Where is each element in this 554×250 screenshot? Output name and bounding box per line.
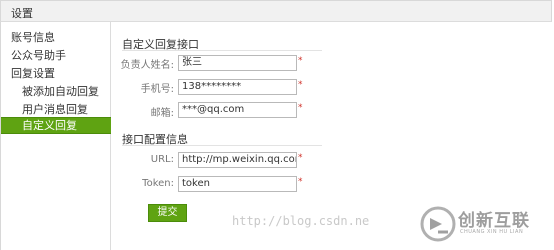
url-label: URL: [150, 154, 174, 165]
sidebar: 账号信息 公众号助手 回复设置 被添加自动回复 用户消息回复 自定义回复 [0, 22, 111, 250]
brand-logo: 创新互联 CHUANG XIN HU LIAN [420, 204, 550, 246]
name-field[interactable]: 张三 [178, 55, 297, 71]
url-field[interactable]: http://mp.weixin.qq.com/ [178, 152, 297, 168]
settings-page: 设置 账号信息 公众号助手 回复设置 被添加自动回复 用户消息回复 自定义回复 … [0, 0, 554, 250]
sidebar-item-reply-settings[interactable]: 回复设置 [11, 66, 55, 82]
required-mark: * [298, 103, 303, 113]
section-divider [122, 145, 322, 146]
required-mark: * [298, 80, 303, 90]
submit-button[interactable]: 提交 [148, 204, 187, 222]
required-mark: * [298, 177, 303, 187]
header-bar: 设置 [0, 0, 552, 22]
token-label: Token: [142, 178, 174, 189]
brand-logo-icon [420, 206, 456, 242]
sidebar-item-label: 自定义回复 [22, 119, 77, 132]
email-label: 邮箱: [150, 108, 174, 119]
email-field[interactable]: ***@qq.com [178, 102, 297, 118]
sidebar-item-account-info[interactable]: 账号信息 [11, 30, 55, 46]
brand-logo-text: 创新互联 [458, 211, 530, 231]
required-mark: * [298, 56, 303, 66]
phone-label: 手机号: [140, 84, 174, 95]
token-field[interactable]: token [178, 176, 297, 192]
sidebar-item-custom-reply[interactable]: 自定义回复 [1, 117, 111, 134]
phone-field[interactable]: 138******** [178, 79, 297, 95]
sidebar-item-message-reply[interactable]: 用户消息回复 [22, 102, 88, 118]
required-mark: * [298, 153, 303, 163]
page-title: 设置 [11, 7, 33, 20]
sidebar-item-assistant[interactable]: 公众号助手 [11, 48, 66, 64]
sidebar-item-auto-reply[interactable]: 被添加自动回复 [22, 84, 99, 100]
brand-logo-subtext: CHUANG XIN HU LIAN [460, 229, 524, 235]
watermark-text: http://blog.csdn.ne [232, 214, 370, 228]
section-divider [122, 50, 322, 51]
name-label: 负责人姓名: [120, 60, 174, 71]
